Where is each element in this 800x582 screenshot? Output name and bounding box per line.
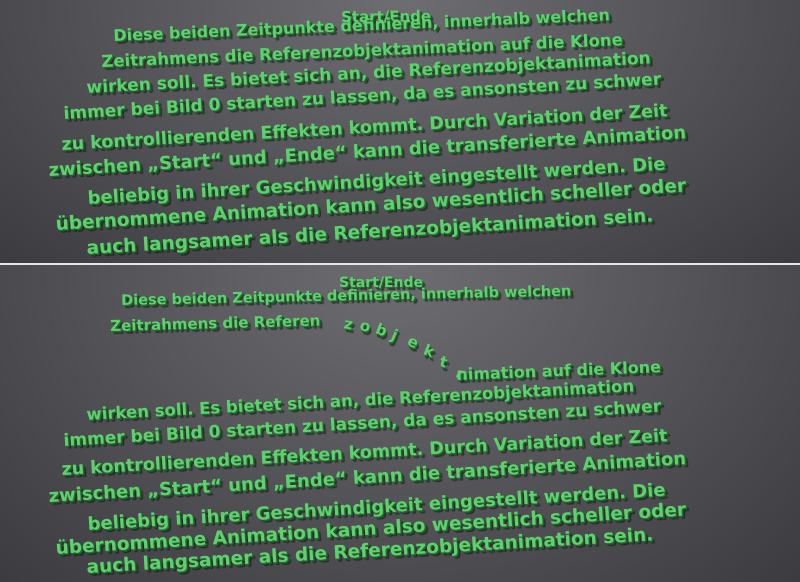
bottom-render-panel: Start/Ende Diese beiden Zeitpunkte defin… [0, 265, 800, 582]
bottom-line-1: Diese beiden Zeitpunkte definieren, inne… [121, 283, 572, 309]
wave-letter: j [388, 325, 401, 345]
wave-letter: z [342, 314, 355, 334]
wave-letter: b [373, 319, 390, 340]
wave-letter: e [404, 331, 422, 353]
wave-letter: k [421, 340, 437, 362]
wave-letter: o [357, 315, 373, 337]
bottom-line-2-start: Zeitrahmens die Referen [110, 311, 321, 335]
top-render-panel: Start/Ende Diese beiden Zeitpunkte defin… [0, 0, 800, 263]
wave-letter: t [437, 352, 450, 372]
